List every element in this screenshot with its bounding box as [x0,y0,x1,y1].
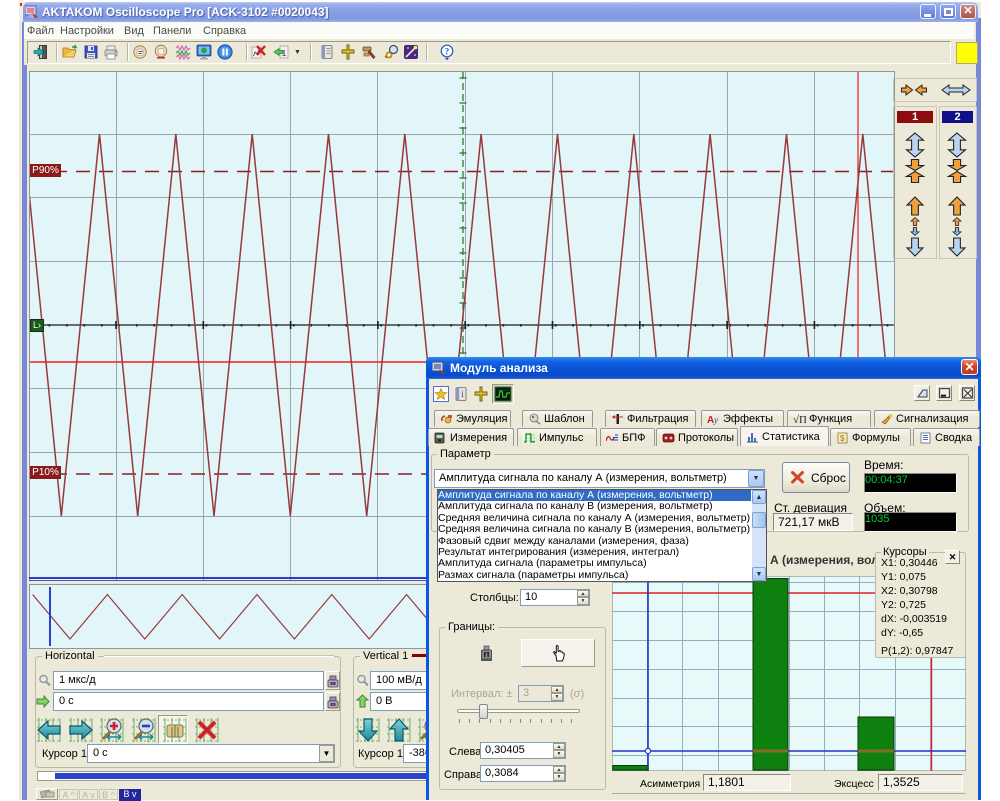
svg-text:$: $ [840,434,845,443]
svg-text:y: y [713,415,718,425]
svg-text:√Π: √Π [793,414,806,425]
svg-text:?: ? [445,47,450,57]
